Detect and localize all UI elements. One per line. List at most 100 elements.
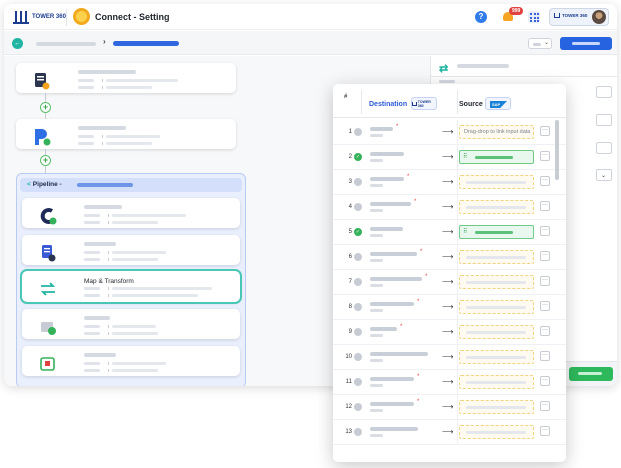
arrow-right-icon: ⟶ <box>442 402 454 411</box>
primary-action-button[interactable] <box>560 37 612 50</box>
back-arrow-icon[interactable]: ← <box>12 38 23 49</box>
mapping-row[interactable]: 3 * ⟶ ··· <box>333 170 566 195</box>
brand-logo[interactable]: TOWER 360 <box>13 10 66 24</box>
row-number: 6 <box>348 254 352 260</box>
more-options-icon[interactable]: ··· <box>540 351 550 361</box>
node-connector <box>45 166 46 173</box>
status-dot-icon <box>354 128 362 136</box>
drag-handle-icon[interactable]: ⠿ <box>463 154 467 160</box>
source-drop-zone[interactable] <box>459 325 534 339</box>
source-drop-zone[interactable] <box>459 375 534 389</box>
more-options-icon[interactable]: ··· <box>540 126 550 136</box>
scrollbar[interactable] <box>555 120 559 180</box>
step-label: Map & Transform <box>84 278 134 285</box>
destination-field-name <box>370 402 414 406</box>
pipeline-step-data-source[interactable] <box>22 235 240 265</box>
brand-name: TOWER 360 <box>32 14 66 20</box>
mapping-row[interactable]: 10 ⟶ ··· <box>333 345 566 370</box>
mapping-row[interactable]: 13 ⟶ ··· <box>333 420 566 445</box>
more-options-icon[interactable]: ··· <box>540 151 550 161</box>
row-number: 3 <box>348 179 352 185</box>
row-number: 12 <box>345 404 352 410</box>
source-system-logo: SAP <box>485 97 511 110</box>
avatar[interactable] <box>592 10 606 24</box>
settings-panel-title <box>457 64 509 68</box>
more-options-icon[interactable]: ··· <box>540 401 550 411</box>
more-options-icon[interactable]: ··· <box>540 426 550 436</box>
pipeline-step-map-transform[interactable]: Map & Transform <box>20 269 242 304</box>
destination-field-type <box>370 209 383 212</box>
row-number-header: # <box>344 94 348 100</box>
mapping-row[interactable]: 4 * ⟶ ··· <box>333 195 566 220</box>
pipeline-group[interactable]: < Pipeline - Map & Transform <box>16 173 246 386</box>
destination-box-icon <box>40 357 55 371</box>
more-options-icon[interactable]: ··· <box>540 376 550 386</box>
arrow-right-icon: ⟶ <box>442 202 454 211</box>
pipeline-step-connector[interactable] <box>22 198 240 228</box>
mapping-row[interactable]: 11 * ⟶ ··· <box>333 370 566 395</box>
add-step-icon[interactable]: + <box>40 155 51 166</box>
source-drop-zone[interactable] <box>459 200 534 214</box>
mapping-row[interactable]: 2 ✓ ⟶ ⠿ ··· <box>333 145 566 170</box>
destination-field-type <box>370 284 383 287</box>
source-drop-zone[interactable] <box>459 300 534 314</box>
mapping-row[interactable]: 1 * ⟶ Drag-drop to link input data ··· <box>333 120 566 145</box>
pipeline-node-process[interactable] <box>16 119 236 149</box>
source-drop-zone[interactable] <box>459 250 534 264</box>
breadcrumb-bar: ← › ⌄ <box>4 31 617 55</box>
swap-arrows-icon <box>40 282 56 296</box>
mapping-row[interactable]: 9 * ⟶ ··· <box>333 320 566 345</box>
row-number: 11 <box>345 379 352 385</box>
more-options-icon[interactable]: ··· <box>540 201 550 211</box>
more-options-icon[interactable]: ··· <box>540 301 550 311</box>
help-icon[interactable]: ? <box>475 11 487 23</box>
source-drop-zone[interactable] <box>459 425 534 439</box>
breadcrumb-item-parent[interactable] <box>36 42 96 46</box>
database-settings-icon <box>42 245 56 262</box>
mapping-row[interactable]: 7 * ⟶ ··· <box>333 270 566 295</box>
status-dot-icon <box>354 353 362 361</box>
settings-field[interactable] <box>596 142 612 154</box>
add-step-icon[interactable]: + <box>40 102 51 113</box>
pipeline-step-validate[interactable] <box>22 309 240 339</box>
share-icon: < <box>27 181 31 188</box>
linked-source-field[interactable]: ⠿ <box>459 225 534 239</box>
source-drop-zone[interactable] <box>459 400 534 414</box>
more-options-icon[interactable]: ··· <box>540 176 550 186</box>
more-options-icon[interactable]: ··· <box>540 226 550 236</box>
settings-field[interactable] <box>596 86 612 98</box>
user-menu[interactable]: TOWER 360 <box>549 8 609 26</box>
drag-handle-icon[interactable]: ⠿ <box>463 229 467 235</box>
confirm-button[interactable] <box>569 367 613 381</box>
source-drop-zone[interactable] <box>459 350 534 364</box>
apps-grid-icon[interactable] <box>528 11 540 23</box>
status-dot-icon <box>354 278 362 286</box>
destination-field-type <box>370 234 383 237</box>
mapping-row[interactable]: 5 ✓ ⟶ ⠿ ··· <box>333 220 566 245</box>
linked-source-field[interactable]: ⠿ <box>459 150 534 164</box>
source-drop-zone[interactable]: Drag-drop to link input data <box>459 125 534 139</box>
destination-field-type <box>370 309 383 312</box>
settings-field[interactable] <box>596 114 612 126</box>
pipeline-node-source[interactable] <box>16 63 236 93</box>
more-options-icon[interactable]: ··· <box>540 326 550 336</box>
arrow-right-icon: ⟶ <box>442 252 454 261</box>
pipeline-step-destination[interactable] <box>22 346 240 376</box>
header-divider <box>66 9 67 26</box>
status-dot-icon <box>354 328 362 336</box>
mapping-row[interactable]: 8 * ⟶ ··· <box>333 295 566 320</box>
destination-field-type <box>370 159 383 162</box>
mapping-row[interactable]: 6 * ⟶ ··· <box>333 245 566 270</box>
row-number: 9 <box>348 329 352 335</box>
mapping-row[interactable]: 12 * ⟶ ··· <box>333 395 566 420</box>
more-options-icon[interactable]: ··· <box>540 276 550 286</box>
view-select[interactable]: ⌄ <box>528 38 552 49</box>
source-drop-zone[interactable] <box>459 175 534 189</box>
row-number: 5 <box>348 229 352 235</box>
source-drop-zone[interactable] <box>459 275 534 289</box>
destination-field-type <box>370 184 383 187</box>
more-options-icon[interactable]: ··· <box>540 251 550 261</box>
check-icon: ✓ <box>354 153 362 161</box>
required-asterisk: * <box>414 199 417 205</box>
destination-field-name <box>370 177 404 181</box>
